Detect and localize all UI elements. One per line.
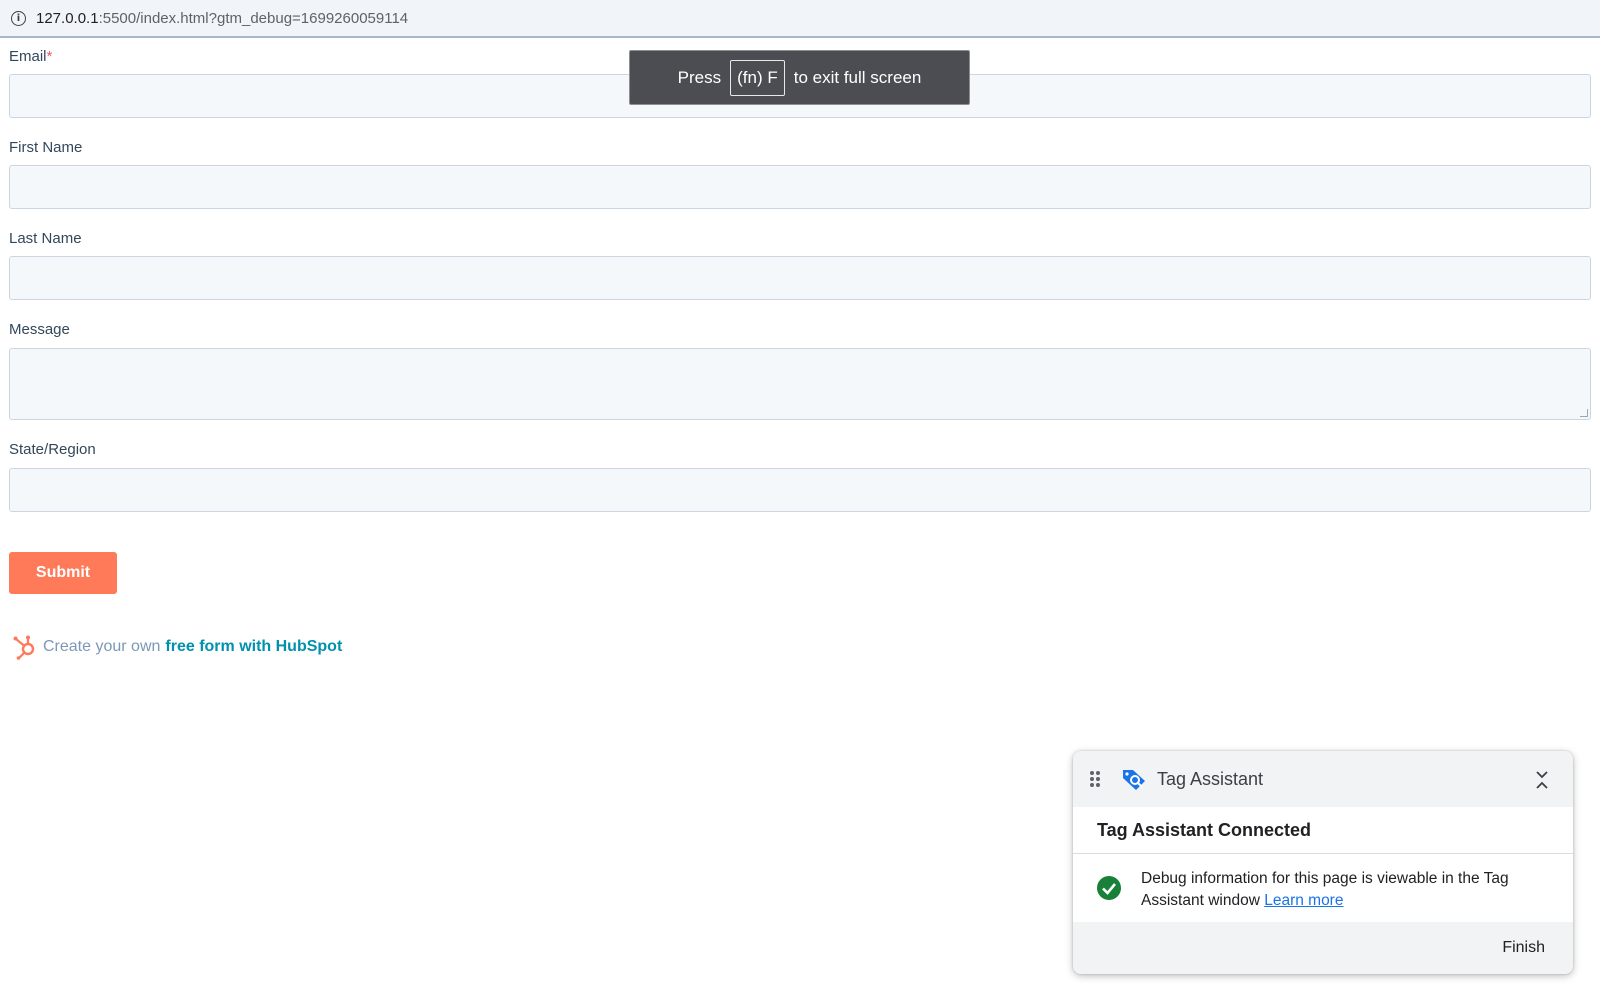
state-region-label: State/Region xyxy=(9,441,96,458)
toast-key: (fn) F xyxy=(730,59,785,96)
drag-handle-icon[interactable] xyxy=(1089,769,1101,789)
hubspot-link[interactable]: free form with HubSpot xyxy=(165,638,342,656)
tag-assistant-message: Debug information for this page is viewa… xyxy=(1141,870,1509,909)
tag-assistant-header: Tag Assistant xyxy=(1073,751,1573,807)
url-path: :5500/index.html?gtm_debug=1699260059114 xyxy=(98,9,409,27)
collapse-icon[interactable] xyxy=(1533,769,1551,791)
address-bar[interactable]: i 127.0.0.1:5500/index.html?gtm_debug=16… xyxy=(0,0,1600,38)
toast-suffix: to exit full screen xyxy=(793,67,922,87)
tag-assistant-title: Tag Assistant xyxy=(1157,768,1264,789)
check-circle-icon xyxy=(1097,876,1121,900)
tag-assistant-footer: Finish xyxy=(1073,922,1573,974)
last-name-label: Last Name xyxy=(9,230,82,247)
email-label: Email* xyxy=(9,48,53,65)
tag-assistant-panel: Tag Assistant Tag Assistant Connected De… xyxy=(1073,751,1573,974)
learn-more-link[interactable]: Learn more xyxy=(1264,892,1343,909)
info-icon[interactable]: i xyxy=(11,10,26,26)
first-name-field[interactable] xyxy=(9,165,1591,209)
last-name-field[interactable] xyxy=(9,256,1591,300)
fullscreen-toast: Press (fn) F to exit full screen xyxy=(629,50,970,105)
hubspot-text: Create your own xyxy=(43,638,161,655)
resize-grip-icon[interactable] xyxy=(1580,409,1588,417)
first-name-label: First Name xyxy=(9,139,83,156)
hubspot-branding: Create your own free form with HubSpot xyxy=(12,634,342,660)
url-host: 127.0.0.1 xyxy=(36,9,99,27)
message-textarea[interactable] xyxy=(9,348,1591,420)
tag-assistant-logo-icon xyxy=(1123,770,1145,790)
required-mark: * xyxy=(46,48,53,65)
tag-assistant-body: Debug information for this page is viewa… xyxy=(1073,854,1573,922)
state-region-field[interactable] xyxy=(9,468,1591,512)
tag-assistant-status: Tag Assistant Connected xyxy=(1073,807,1573,854)
submit-button[interactable]: Submit xyxy=(9,552,117,594)
hubspot-sprocket-icon xyxy=(13,635,35,660)
toast-press: Press xyxy=(677,67,722,87)
message-label: Message xyxy=(9,321,70,338)
finish-button[interactable]: Finish xyxy=(1502,939,1545,957)
